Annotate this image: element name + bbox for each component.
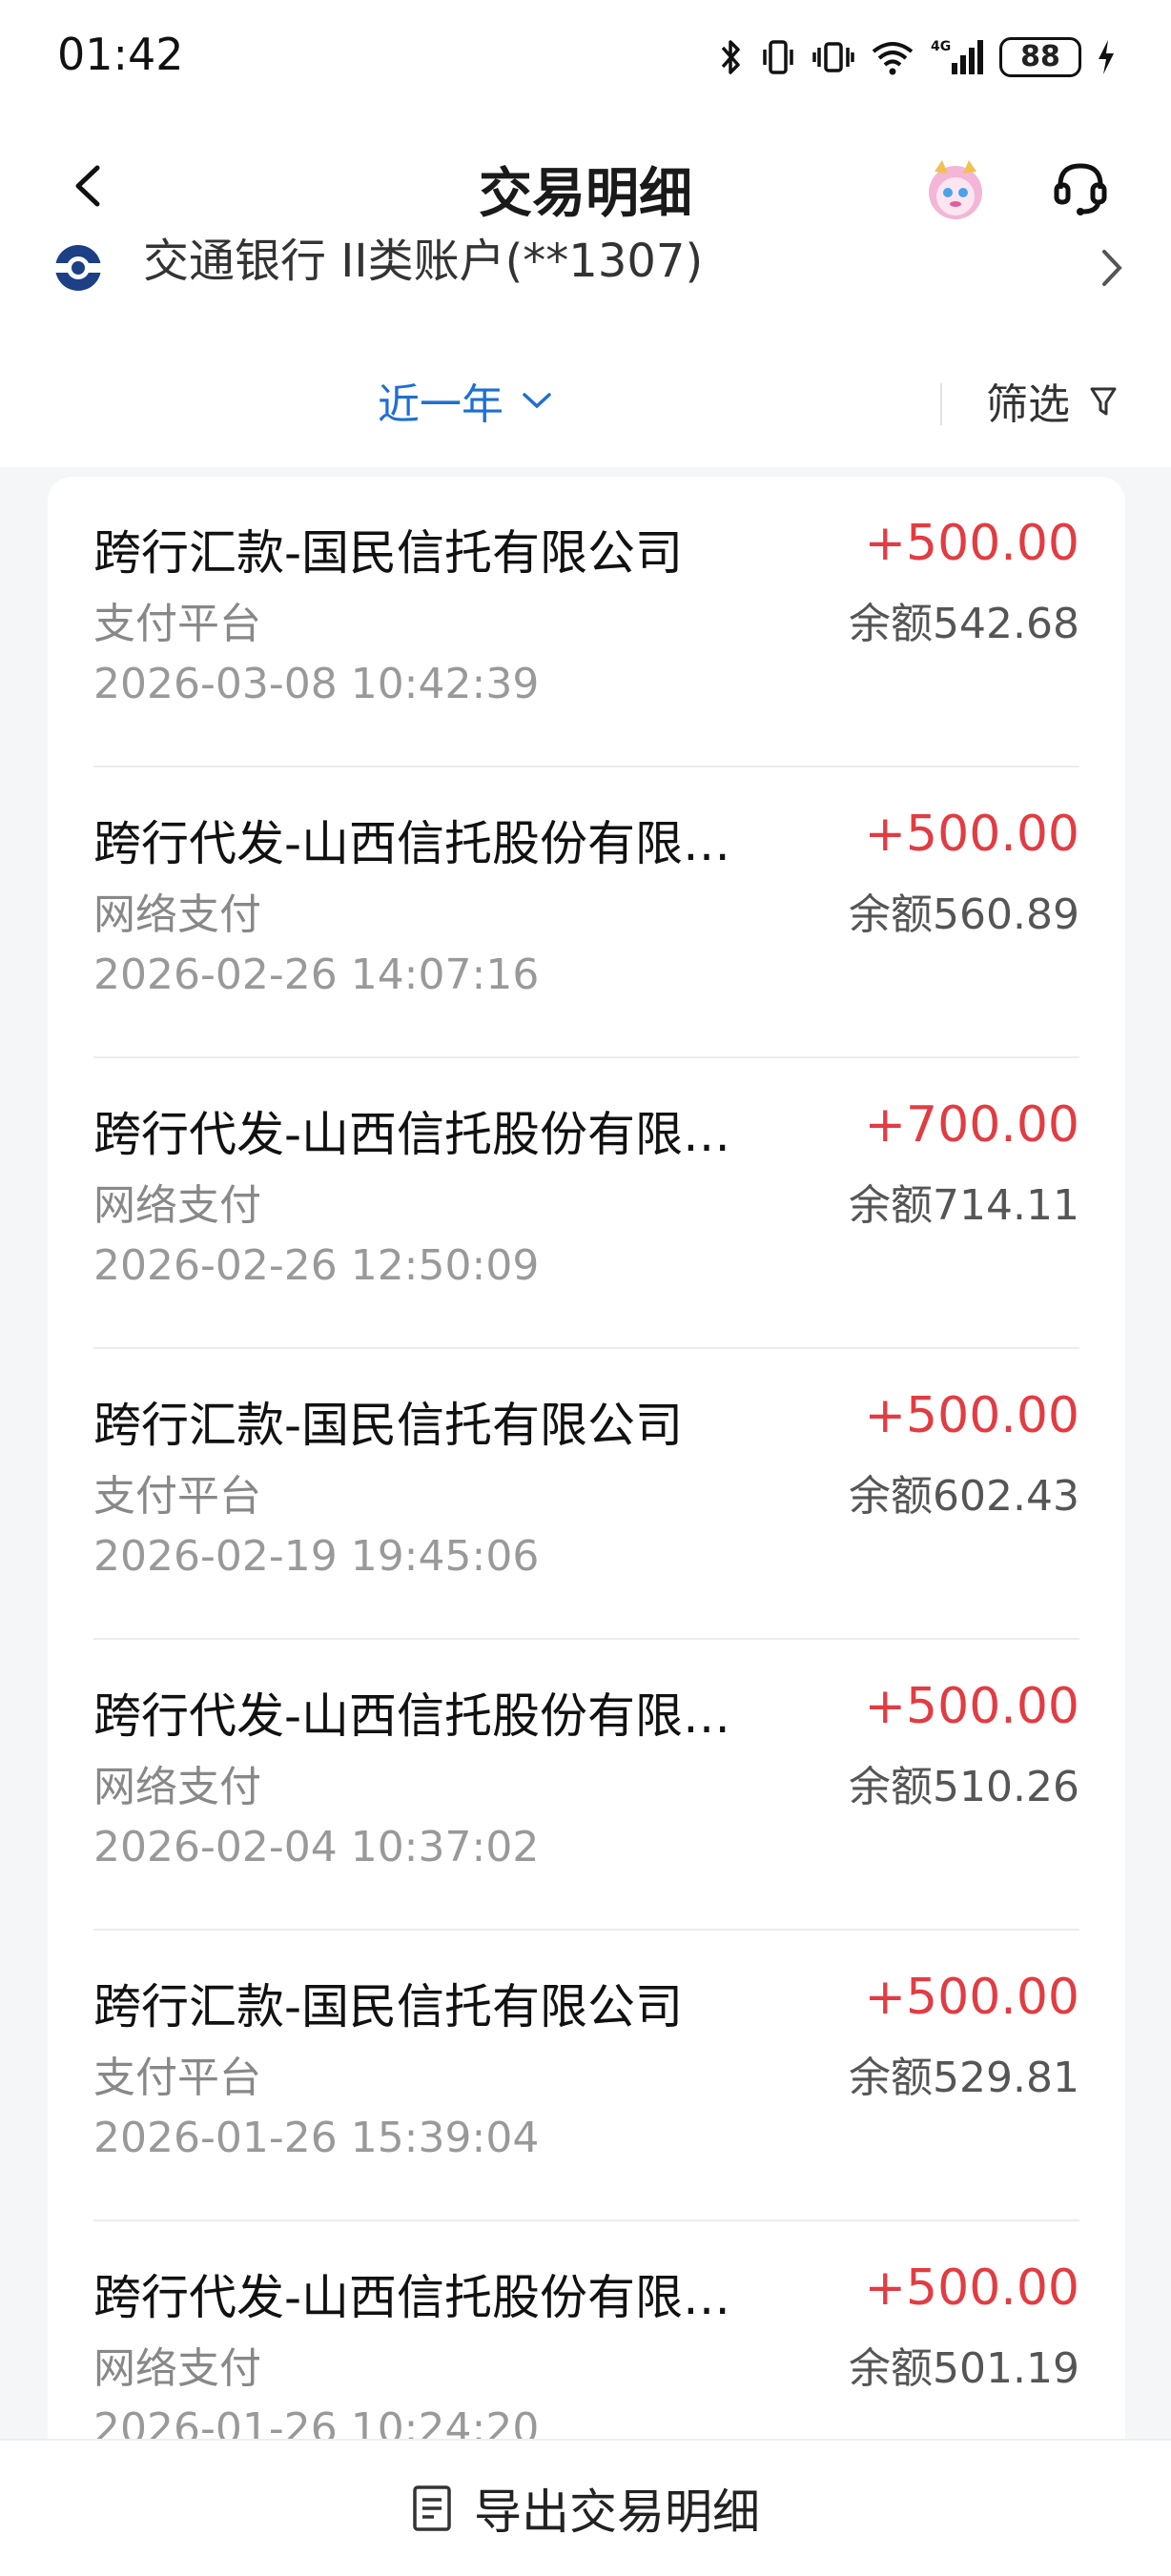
charging-icon: [1099, 40, 1114, 74]
transaction-channel: 支付平台: [93, 600, 261, 648]
transaction-item[interactable]: 跨行汇款-国民信托有限公司 +500.00 支付平台 余额542.68 2026…: [93, 477, 1079, 767]
transaction-balance: 余额529.81: [849, 2054, 1079, 2102]
transaction-amount: +500.00: [864, 1969, 1079, 2026]
account-name: 交通银行 II类账户(**1307): [143, 236, 704, 288]
transaction-date: 2026-02-19 19:45:06: [93, 1532, 540, 1581]
transaction-balance: 余额542.68: [849, 600, 1079, 648]
transaction-channel: 支付平台: [93, 2054, 261, 2102]
transaction-name: 跨行汇款-国民信托有限公司: [93, 1398, 684, 1453]
transaction-balance: 余额602.43: [849, 1472, 1079, 1521]
customer-service-headset-icon[interactable]: [1049, 156, 1112, 219]
transaction-amount: +500.00: [864, 806, 1079, 863]
document-list-icon: [413, 2485, 451, 2531]
chevron-right-icon: [1102, 250, 1122, 286]
export-label: 导出交易明细: [474, 2484, 760, 2540]
transaction-date: 2026-02-26 12:50:09: [93, 1241, 540, 1290]
transaction-channel: 支付平台: [93, 1472, 261, 1521]
transaction-item[interactable]: 跨行代发-山西信托股份有限公司 +700.00 网络支付 余额714.11 20…: [93, 1058, 1079, 1349]
filter-bar: 近一年 筛选: [0, 303, 1171, 467]
transaction-date: 2026-03-08 10:42:39: [93, 660, 540, 708]
period-label: 近一年: [378, 380, 503, 429]
funnel-filter-icon: [1090, 387, 1117, 416]
svg-text:4G: 4G: [931, 39, 951, 54]
phone-vibrate-icon: [763, 40, 793, 74]
transaction-name: 跨行汇款-国民信托有限公司: [93, 525, 684, 581]
transaction-amount: +500.00: [864, 515, 1079, 572]
export-button[interactable]: 导出交易明细: [0, 2439, 1171, 2576]
transaction-list: 跨行汇款-国民信托有限公司 +500.00 支付平台 余额542.68 2026…: [48, 477, 1125, 2460]
transaction-item[interactable]: 跨行汇款-国民信托有限公司 +500.00 支付平台 余额602.43 2026…: [93, 1349, 1079, 1640]
transaction-channel: 网络支付: [93, 1763, 261, 1811]
bank-logo-icon: [46, 245, 111, 291]
vibrate-icon: [812, 42, 854, 72]
signal-4g-icon: 4G: [931, 39, 983, 74]
filter-divider: [940, 383, 942, 425]
page-title: 交易明细: [479, 163, 692, 225]
transaction-name: 跨行代发-山西信托股份有限公司: [93, 2270, 761, 2325]
transaction-amount: +700.00: [864, 1096, 1079, 1154]
transaction-item[interactable]: 跨行代发-山西信托股份有限公司 +500.00 网络支付 余额510.26 20…: [93, 1640, 1079, 1931]
period-dropdown[interactable]: 近一年: [378, 370, 553, 431]
status-time: 01:42: [57, 29, 184, 80]
filter-button[interactable]: 筛选: [986, 370, 1118, 431]
transaction-amount: +500.00: [864, 2259, 1079, 2317]
mascot-icon[interactable]: [921, 154, 990, 223]
transaction-amount: +500.00: [864, 1387, 1079, 1444]
status-icons: 4G 88: [719, 34, 1116, 80]
transaction-amount: +500.00: [864, 1678, 1079, 1735]
status-bar: 01:42 4G 88: [0, 0, 1171, 114]
chevron-down-icon: [523, 393, 551, 409]
transaction-balance: 余额714.11: [849, 1181, 1079, 1230]
transaction-name: 跨行代发-山西信托股份有限公司: [93, 816, 761, 871]
transaction-date: 2026-01-26 15:39:04: [93, 2114, 540, 2162]
transaction-balance: 余额510.26: [849, 1763, 1079, 1811]
filter-label: 筛选: [986, 380, 1070, 429]
transaction-channel: 网络支付: [93, 1181, 261, 1230]
transaction-item[interactable]: 跨行代发-山西信托股份有限公司 +500.00 网络支付 余额560.89 20…: [93, 767, 1079, 1058]
wifi-icon: [872, 42, 914, 75]
transaction-channel: 网络支付: [93, 890, 261, 939]
transaction-channel: 网络支付: [93, 2344, 261, 2393]
transaction-item[interactable]: 跨行汇款-国民信托有限公司 +500.00 支付平台 余额529.81 2026…: [93, 1931, 1079, 2221]
bluetooth-icon: [721, 40, 740, 74]
transaction-balance: 余额560.89: [849, 890, 1079, 939]
transaction-name: 跨行代发-山西信托股份有限公司: [93, 1688, 761, 1744]
transaction-name: 跨行汇款-国民信托有限公司: [93, 1979, 684, 2034]
battery-icon: 88: [999, 37, 1081, 77]
transaction-date: 2026-02-04 10:37:02: [93, 1823, 540, 1871]
transaction-item[interactable]: 跨行代发-山西信托股份有限公司 +500.00 网络支付 余额501.19 20…: [93, 2221, 1079, 2460]
account-selector[interactable]: 交通银行 II类账户(**1307): [0, 236, 1171, 303]
transaction-date: 2026-02-26 14:07:16: [93, 951, 540, 999]
transaction-balance: 余额501.19: [849, 2344, 1079, 2393]
transaction-name: 跨行代发-山西信托股份有限公司: [93, 1107, 761, 1162]
